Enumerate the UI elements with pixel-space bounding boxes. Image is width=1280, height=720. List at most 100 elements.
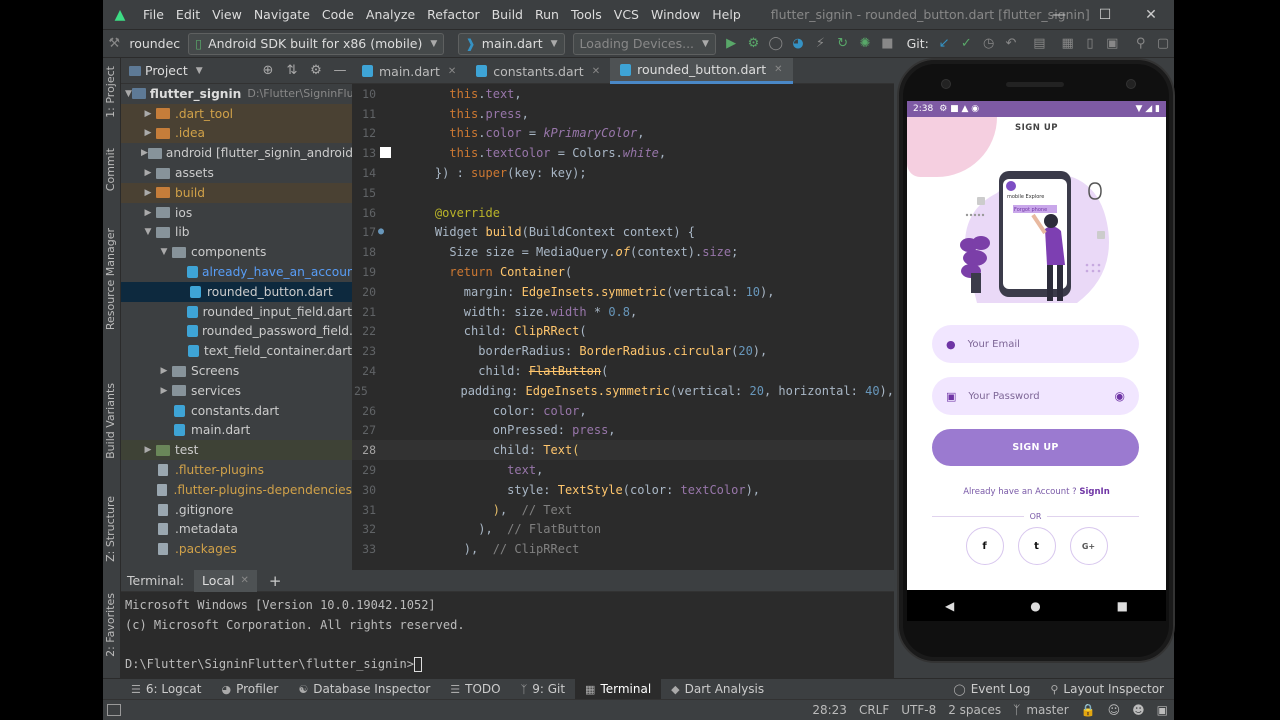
override-gutter-icon[interactable]: ● (378, 226, 384, 237)
search-icon[interactable]: ⚲ (1131, 33, 1149, 55)
chevron-down-icon[interactable]: ▼ (125, 89, 132, 99)
code-line[interactable]: 26 color: color, (352, 401, 894, 421)
tree-row[interactable]: ▶ android [flutter_signin_android] (121, 143, 352, 163)
tab-favorites[interactable]: 2: Favorites (104, 593, 117, 657)
code-line[interactable]: 19 return Container( (352, 262, 894, 282)
tree-row[interactable]: ▼ flutter_signin D:\Flutter\SigninFlutt (121, 84, 352, 104)
tree-row[interactable]: .flutter-plugins (121, 460, 352, 480)
terminal-prompt[interactable]: D:\Flutter\SigninFlutter\flutter_signin> (125, 655, 890, 675)
back-icon[interactable]: ◀ (945, 599, 954, 613)
tool-tab-dart-analysis[interactable]: ◆ Dart Analysis (661, 679, 774, 700)
tool-tab-database-inspector[interactable]: ☯ Database Inspector (288, 679, 440, 700)
project-crumb[interactable]: roundec (129, 36, 180, 51)
code-line[interactable]: 22 child: ClipRRect( (352, 322, 894, 342)
close-icon[interactable]: ✕ (240, 575, 248, 586)
git-branch[interactable]: master (1026, 703, 1074, 717)
code-line[interactable]: 33 ), // ClipRRect (352, 539, 894, 559)
chevron-right-icon[interactable]: ▶ (141, 168, 155, 178)
menu-code[interactable]: Code (316, 7, 360, 22)
chevron-right-icon[interactable]: ▶ (141, 188, 155, 198)
collapse-icon[interactable]: ⇅ (280, 63, 304, 78)
run-config-selector[interactable]: ❱ main.dart ▼ (458, 32, 565, 55)
code-line[interactable]: 30 style: TextStyle(color: textColor), (352, 480, 894, 500)
menu-vcs[interactable]: VCS (608, 7, 645, 22)
tree-row[interactable]: .gitignore (121, 500, 352, 520)
code-line[interactable]: 24 child: FlatButton( (352, 361, 894, 381)
tree-row[interactable]: .metadata (121, 520, 352, 540)
menu-build[interactable]: Build (486, 7, 529, 22)
device-manager-icon[interactable]: ▣ (1103, 33, 1121, 55)
code-line[interactable]: 10 this.text, (352, 84, 894, 104)
tab-commit[interactable]: Commit (104, 148, 117, 191)
menu-edit[interactable]: Edit (170, 7, 206, 22)
tab-resource-manager[interactable]: Resource Manager (104, 228, 117, 330)
tree-row[interactable]: ▶ services (121, 381, 352, 401)
code-area[interactable]: 10 this.text, 11 this.press, 12 this.col… (352, 84, 894, 559)
code-line[interactable]: 11 this.press, (352, 104, 894, 124)
chevron-right-icon[interactable]: ▶ (157, 366, 171, 376)
device-selector[interactable]: ▯ Android SDK built for x86 (mobile) ▼ (188, 32, 445, 55)
run-icon[interactable]: ▶ (722, 33, 740, 55)
tree-row[interactable]: ▼ lib (121, 223, 352, 243)
chevron-right-icon[interactable]: ▶ (141, 128, 155, 138)
hot-reload-icon[interactable]: ⚡ (811, 33, 829, 55)
code-line[interactable]: 29 text, (352, 460, 894, 480)
tool-tab-terminal[interactable]: ▦ Terminal (575, 678, 662, 700)
chevron-right-icon[interactable]: ▶ (157, 386, 171, 396)
git-commit-icon[interactable]: ✓ (957, 33, 975, 55)
code-line[interactable]: 12 this.color = kPrimaryColor, (352, 124, 894, 144)
chevron-down-icon[interactable]: ▼ (196, 66, 203, 76)
performance-icon[interactable]: ◕ (789, 33, 807, 55)
menu-help[interactable]: Help (706, 7, 747, 22)
close-icon[interactable]: ✕ (448, 66, 456, 77)
close-icon[interactable]: ✕ (774, 64, 782, 75)
menu-refactor[interactable]: Refactor (421, 7, 485, 22)
line-separator[interactable]: CRLF (853, 703, 895, 717)
tree-row[interactable]: text_field_container.dart (121, 341, 352, 361)
gear-icon[interactable]: ⚙ (304, 63, 328, 78)
project-structure-icon[interactable]: ▤ (1030, 33, 1048, 55)
tree-row[interactable]: rounded_button.dart (121, 281, 352, 302)
menu-view[interactable]: View (206, 7, 248, 22)
code-line[interactable]: 32 ), // FlatButton (352, 520, 894, 540)
home-icon[interactable]: ● (1030, 599, 1040, 613)
menu-navigate[interactable]: Navigate (248, 7, 316, 22)
rollback-icon[interactable]: ↶ (1002, 33, 1020, 55)
tree-row[interactable]: ▶ assets (121, 163, 352, 183)
chevron-down-icon[interactable]: ▼ (141, 227, 155, 237)
menu-analyze[interactable]: Analyze (360, 7, 421, 22)
close-icon[interactable]: ✕ (592, 66, 600, 77)
settings-icon[interactable]: ▢ (1154, 33, 1172, 55)
tool-tab-todo[interactable]: ☰ TODO (440, 679, 510, 700)
attach-debugger-icon[interactable]: ✺ (856, 33, 874, 55)
tree-row[interactable]: already_have_an_account.dart (121, 262, 352, 282)
code-line[interactable]: 16 @override (352, 203, 894, 223)
chevron-down-icon[interactable]: ▼ (157, 247, 171, 257)
git-update-icon[interactable]: ↙ (935, 33, 953, 55)
code-line-current[interactable]: 28 child: Text( (352, 440, 894, 461)
maximize-icon[interactable]: ☐ (1082, 0, 1128, 30)
code-line[interactable]: 31 ), // Text (352, 500, 894, 520)
tab-project[interactable]: 1: Project (104, 66, 117, 118)
tree-row[interactable]: ▶ ios (121, 203, 352, 223)
close-icon[interactable]: ✕ (1128, 0, 1174, 30)
tree-row[interactable]: ▶ test (121, 440, 352, 461)
tree-row[interactable]: .flutter-plugins-dependencies (121, 480, 352, 500)
terminal-output[interactable]: Microsoft Windows [Version 10.0.19042.10… (121, 592, 894, 679)
tree-row[interactable]: rounded_input_field.dart (121, 302, 352, 322)
code-line[interactable]: 23 borderRadius: BorderRadius.circular(2… (352, 341, 894, 361)
device-loading-selector[interactable]: Loading Devices... ▼ (572, 32, 716, 55)
chevron-right-icon[interactable]: ▶ (141, 148, 148, 158)
add-terminal-icon[interactable]: + (269, 572, 282, 590)
lock-icon[interactable]: 🔒 (1075, 703, 1102, 717)
visibility-icon[interactable]: ◉ (1115, 389, 1125, 403)
signin-link[interactable]: SignIn (1079, 487, 1109, 497)
tab-constants-dart[interactable]: constants.dart ✕ (466, 58, 610, 84)
toggle-tool-windows-icon[interactable] (107, 704, 121, 716)
tool-tab-git[interactable]: ᛉ 9: Git (511, 679, 575, 700)
locate-icon[interactable]: ⊕ (256, 63, 280, 78)
indent-setting[interactable]: 2 spaces (942, 703, 1007, 717)
terminal-tab-local[interactable]: Local ✕ (194, 569, 257, 592)
tree-row[interactable]: main.dart (121, 421, 352, 441)
tree-row[interactable]: ▶ Screens (121, 361, 352, 381)
